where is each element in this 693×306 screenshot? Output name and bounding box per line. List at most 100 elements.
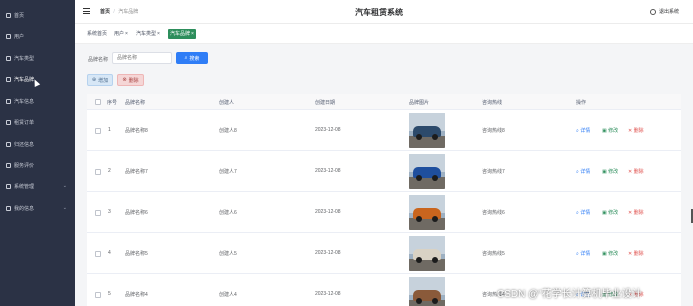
close-icon[interactable]: ×: [125, 31, 128, 37]
created-date: 2023-12-08: [315, 168, 341, 174]
home-icon: [6, 13, 11, 18]
sidebar-item-label: 首页: [14, 13, 25, 19]
brand-image: [409, 277, 445, 306]
search-button-label: 搜索: [189, 55, 200, 62]
tag-home[interactable]: 系统首页: [85, 29, 109, 39]
row-index: 2: [108, 168, 111, 174]
edit-button[interactable]: ▣ 修改: [602, 209, 618, 216]
sidebar-item-service-review[interactable]: 服务评价: [0, 156, 75, 175]
tag-car-brand[interactable]: 汽车品牌×: [168, 29, 196, 39]
power-icon: [649, 8, 656, 15]
column-header: 创建日期: [315, 100, 336, 106]
brand-name: 品牌名称5: [125, 251, 148, 257]
grid-icon: [6, 99, 11, 104]
logout-button[interactable]: 退出系统: [649, 8, 679, 15]
view-button[interactable]: ⌕ 详情: [576, 250, 590, 257]
plus-icon: ⊕: [91, 77, 97, 83]
close-icon[interactable]: ×: [157, 31, 160, 37]
brand-name: 品牌名称7: [125, 169, 148, 175]
created-date: 2023-12-08: [315, 209, 341, 215]
table-row: 1 品牌名称8 创建人8 2023-12-08 咨询热线8 ⌕ 详情 ▣ 修改 …: [87, 110, 681, 151]
row-index: 5: [108, 291, 111, 297]
sidebar-item-car-type[interactable]: 汽车类型: [0, 49, 75, 68]
table-row: 3 品牌名称6 创建人6 2023-12-08 咨询热线6 ⌕ 详情 ▣ 修改 …: [87, 192, 681, 233]
tags-bar: 系统首页 用户× 汽车类型× 汽车品牌×: [75, 24, 693, 44]
tag-label: 汽车类型: [136, 31, 157, 37]
sidebar-item-return-info[interactable]: 归还信息: [0, 135, 75, 154]
grid-icon: [6, 206, 11, 211]
breadcrumb-home[interactable]: 首页: [100, 9, 110, 15]
edit-button[interactable]: ▣ 修改: [602, 250, 618, 257]
row-index: 3: [108, 209, 111, 215]
add-button[interactable]: ⊕ 增加: [87, 74, 113, 86]
row-checkbox[interactable]: [95, 292, 101, 298]
row-checkbox[interactable]: [95, 128, 101, 134]
creator: 创建人4: [219, 292, 237, 298]
delete-label: 删除: [633, 251, 644, 257]
creator: 创建人6: [219, 210, 237, 216]
search-label: 品牌名称: [88, 57, 109, 63]
row-checkbox[interactable]: [95, 210, 101, 216]
brand-name: 品牌名称4: [125, 292, 148, 298]
edit-button[interactable]: ▣ 修改: [602, 127, 618, 134]
menu-toggle-icon[interactable]: [83, 8, 90, 14]
grid-icon: [6, 142, 11, 147]
close-icon[interactable]: ×: [191, 31, 194, 37]
view-button[interactable]: ⌕ 详情: [576, 168, 590, 175]
delete-label: 删除: [633, 169, 644, 175]
edit-label: 修改: [608, 169, 619, 175]
tag-label: 汽车品牌: [170, 31, 191, 37]
sidebar-item-home[interactable]: 首页: [0, 6, 75, 25]
brand-name-search-input[interactable]: [112, 52, 172, 64]
sidebar-item-my-info[interactable]: 我的信息 ⌄: [0, 199, 75, 218]
tag-car-type[interactable]: 汽车类型×: [134, 29, 162, 39]
search-button[interactable]: ⌕ 搜索: [176, 52, 208, 64]
sidebar-item-rental-order[interactable]: 租赁订单: [0, 113, 75, 132]
select-all-checkbox[interactable]: [95, 99, 101, 105]
logout-label: 退出系统: [658, 9, 679, 15]
hotline: 咨询热线7: [482, 169, 505, 175]
search-icon: ⌕: [184, 55, 188, 61]
row-index: 4: [108, 250, 111, 256]
brand-name: 品牌名称8: [125, 128, 148, 134]
hotline: 咨询热线5: [482, 251, 505, 257]
hotline: 咨询热线8: [482, 128, 505, 134]
view-label: 详情: [580, 210, 591, 216]
delete-icon: ⊗: [122, 77, 127, 83]
table-row: 2 品牌名称7 创建人7 2023-12-08 咨询热线7 ⌕ 详情 ▣ 修改 …: [87, 151, 681, 192]
grid-icon: [6, 56, 11, 61]
sidebar-item-label: 用户: [14, 34, 25, 40]
delete-button[interactable]: ✕ 删除: [628, 209, 644, 216]
creator: 创建人7: [219, 169, 237, 175]
view-button[interactable]: ⌕ 详情: [576, 127, 590, 134]
edit-button[interactable]: ▣ 修改: [602, 168, 618, 175]
sidebar-item-user[interactable]: 用户: [0, 27, 75, 46]
brand-image: [409, 113, 445, 148]
sidebar-item-label: 租赁订单: [14, 120, 35, 126]
sidebar-item-label: 系统管理: [14, 184, 35, 190]
created-date: 2023-12-08: [315, 127, 341, 133]
chevron-down-icon: ⌄: [62, 205, 67, 211]
delete-button-label: 删除: [128, 77, 139, 84]
delete-button[interactable]: ✕ 删除: [628, 250, 644, 257]
table-header: 序号 品牌名称 创建人 创建日期 品牌图片 咨询热线 操作: [87, 94, 681, 110]
row-checkbox[interactable]: [95, 251, 101, 257]
column-header: 品牌名称: [125, 100, 146, 106]
sidebar-item-car-info[interactable]: 汽车信息: [0, 92, 75, 111]
delete-button[interactable]: ✕ 删除: [628, 168, 644, 175]
gear-icon: [6, 184, 11, 189]
row-checkbox[interactable]: [95, 169, 101, 175]
breadcrumb-separator: /: [113, 9, 115, 15]
user-icon: [6, 34, 11, 39]
chevron-down-icon: ⌄: [62, 183, 67, 189]
tag-user[interactable]: 用户×: [112, 29, 130, 39]
delete-button[interactable]: ✕ 删除: [628, 127, 644, 134]
watermark: CSDN @“花学长计算机毕业设计: [497, 289, 642, 300]
view-button[interactable]: ⌕ 详情: [576, 209, 590, 216]
sidebar-item-system-admin[interactable]: 系统管理 ⌄: [0, 177, 75, 196]
sidebar-item-label: 汽车品牌: [14, 77, 35, 83]
app-title: 汽车租赁系统: [355, 8, 403, 17]
sidebar: 首页 用户 汽车类型 汽车品牌 汽车信息 租赁订单 归还信息 服务评价 系统管理…: [0, 0, 75, 306]
batch-delete-button[interactable]: ⊗ 删除: [117, 74, 144, 86]
sidebar-item-label: 汽车类型: [14, 56, 35, 62]
